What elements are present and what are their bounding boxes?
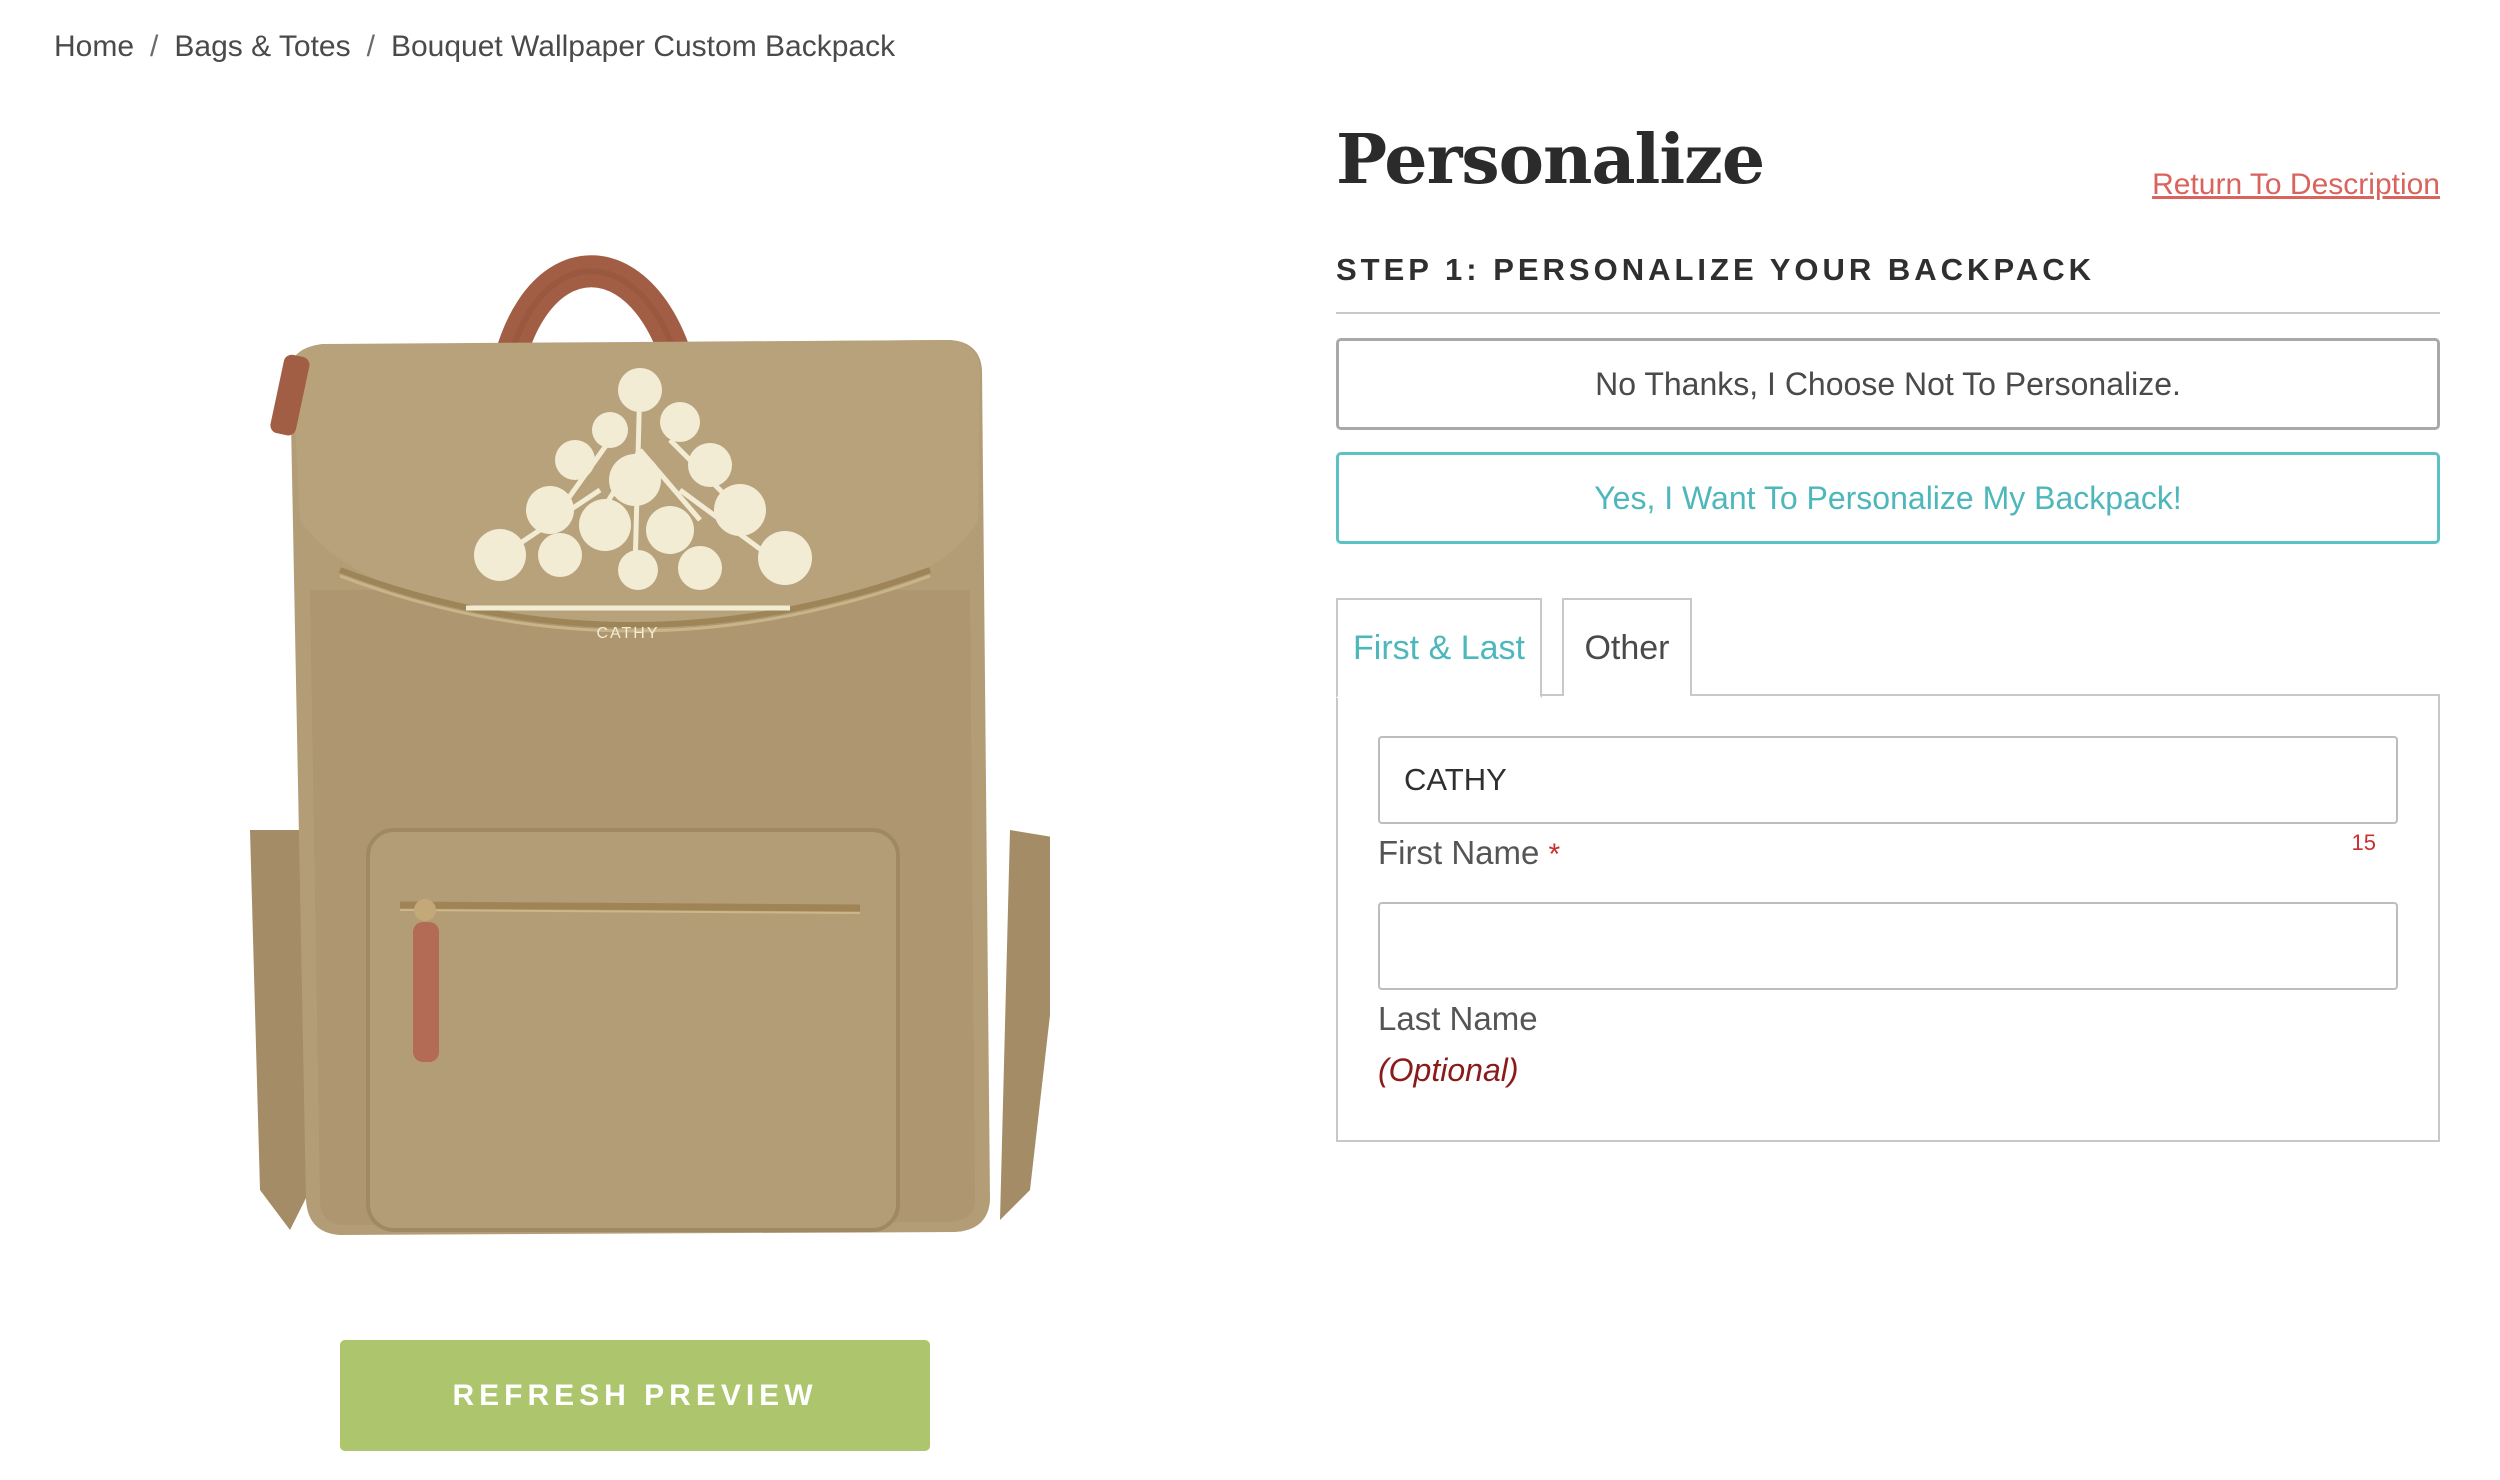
character-counter: 15 [2351,830,2376,855]
accept-personalization-button[interactable]: Yes, I Want To Personalize My Backpack! [1336,452,2440,544]
backpack-illustration: CATHY [250,255,1070,1235]
breadcrumb-separator: / [366,30,375,63]
return-to-description-link[interactable]: Return To Description [2152,168,2440,202]
decline-personalization-button[interactable]: No Thanks, I Choose Not To Personalize. [1336,338,2440,430]
preview-name-text: CATHY [596,625,659,642]
first-last-tab-panel: First Name * 15 Last Name (Optional) [1336,694,2440,1142]
last-name-input[interactable] [1378,902,2398,990]
breadcrumb-separator: / [150,30,159,63]
last-name-label: Last Name [1378,1000,1538,1037]
first-name-label-text: First Name [1378,834,1540,871]
first-name-input[interactable] [1378,736,2398,824]
refresh-preview-button[interactable]: REFRESH PREVIEW [340,1340,930,1451]
tab-first-last[interactable]: First & Last [1336,598,1542,698]
breadcrumb-category-link[interactable]: Bags & Totes [174,30,350,64]
tab-other[interactable]: Other [1562,598,1692,696]
first-name-label: First Name * [1378,834,1560,872]
optional-note: (Optional) [1378,1052,1519,1088]
breadcrumb-home-link[interactable]: Home [54,30,134,64]
personalize-panel: Personalize Return To Description STEP 1… [1336,120,2440,1142]
required-marker: * [1548,838,1561,871]
product-preview-image: CATHY [230,190,1070,1250]
breadcrumb: Home / Bags & Totes / Bouquet Wallpaper … [54,30,895,64]
step-title: STEP 1: PERSONALIZE YOUR BACKPACK [1336,252,2440,314]
breadcrumb-current: Bouquet Wallpaper Custom Backpack [390,30,896,63]
name-format-tabs: First & Last Other [1336,598,2440,698]
